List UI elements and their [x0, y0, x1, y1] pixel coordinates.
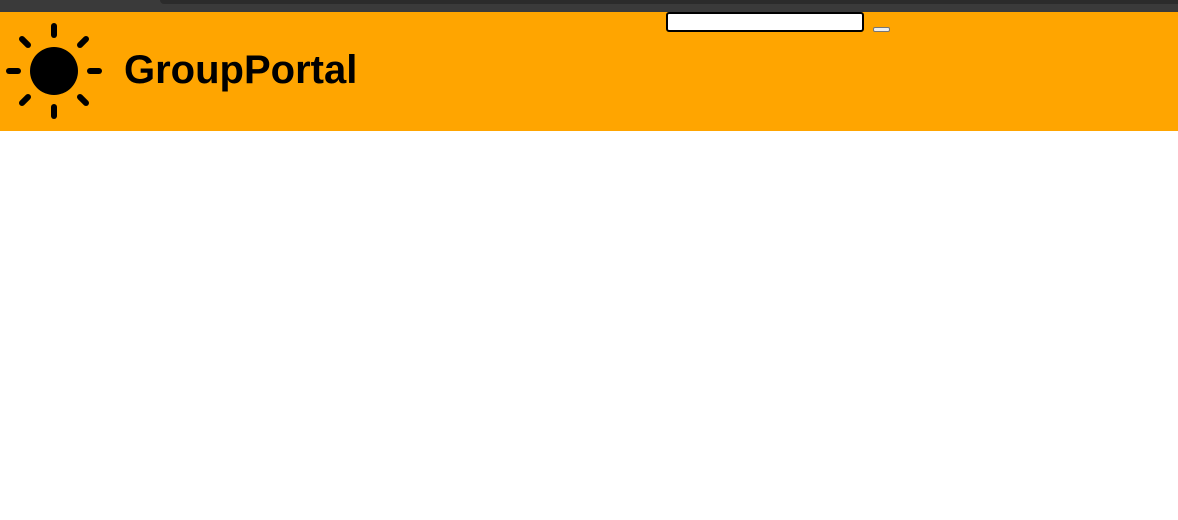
- search-button[interactable]: [873, 27, 890, 32]
- site-title[interactable]: GroupPortal: [124, 46, 357, 94]
- sun-icon[interactable]: [4, 22, 104, 122]
- browser-top-strip: [0, 0, 1178, 12]
- search-input[interactable]: [666, 12, 864, 32]
- site-header: GroupPortal: [0, 12, 1178, 131]
- browser-tab-edge: [160, 0, 1178, 4]
- sun-icon-graphic: [6, 23, 102, 119]
